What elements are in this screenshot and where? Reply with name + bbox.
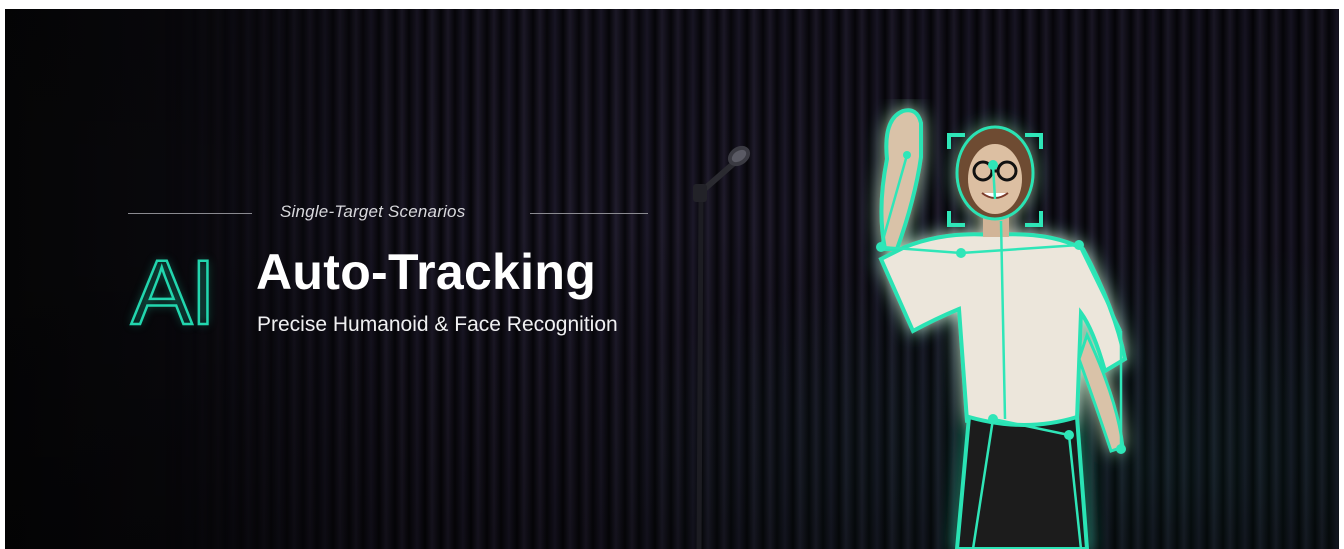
ai-logo-mark: AI — [130, 242, 217, 344]
subtitle-row: Single-Target Scenarios — [128, 200, 648, 228]
microphone-icon — [693, 145, 751, 549]
tagline: Precise Humanoid & Face Recognition — [257, 313, 618, 336]
subtitle: Single-Target Scenarios — [280, 202, 466, 221]
tracked-person — [876, 108, 1128, 549]
subtitle-divider-right — [530, 213, 648, 214]
subtitle-divider-left — [128, 213, 252, 214]
page-title: Auto-Tracking — [256, 244, 597, 300]
